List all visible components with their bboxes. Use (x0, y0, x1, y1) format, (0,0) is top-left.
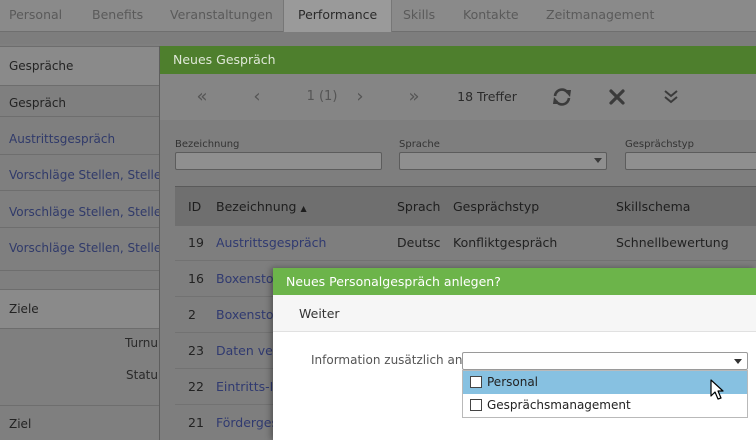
divider (0, 154, 160, 155)
tab-performance[interactable]: Performance (283, 0, 393, 32)
tab-kontakte[interactable]: Kontakte (463, 0, 519, 32)
gespraech-column-header: Gespräch (9, 96, 67, 110)
list-item[interactable]: Austrittsgespräch (9, 132, 115, 146)
first-page-button[interactable]: « (192, 74, 212, 120)
cell-sprache: Deutsch (397, 235, 441, 250)
cell-bezeichnung-link[interactable]: Austrittsgespräch (216, 225, 326, 261)
column-bezeichnung-label: Bezeichnung (216, 199, 297, 214)
section-gespraeche-title: Gespräche (9, 59, 74, 73)
tab-skills[interactable]: Skills (403, 0, 435, 32)
cell-skillschema: Schnellbewertung (616, 235, 729, 250)
sort-asc-icon: ▲ (300, 204, 307, 213)
bezeichnung-filter-input[interactable] (175, 152, 382, 170)
chevron-double-down-icon[interactable] (660, 87, 682, 107)
column-bezeichnung[interactable]: Bezeichnung ▲ (216, 187, 307, 227)
turnus-label: Turnu (124, 336, 158, 350)
cell-bezeichnung-link[interactable]: Boxenstop (216, 297, 281, 333)
table-row[interactable]: 19 Austrittsgespräch Deutsch Konfliktges… (175, 225, 756, 261)
chevron-down-icon (594, 158, 602, 163)
divider (0, 227, 160, 228)
page-indicator: 1 (1) (306, 89, 338, 104)
main-tabbar: Personal Benefits Veranstaltungen Perfor… (0, 0, 756, 32)
tab-personal[interactable]: Personal (9, 0, 62, 32)
section-gespraeche-header[interactable]: Gespräche (0, 46, 160, 86)
checkbox[interactable] (470, 399, 482, 411)
info-zusaetzlich-dropdown: Personal Gesprächsmanagement (462, 370, 748, 418)
sprache-filter-label: Sprache (399, 139, 440, 150)
info-zusaetzlich-label: Information zusätzlich an (311, 353, 463, 367)
cell-bezeichnung-link[interactable]: Eintritts-In (216, 369, 281, 405)
list-item[interactable]: Vorschläge Stellen, Stellenän (9, 241, 184, 255)
dialog-actionbar: Weiter (273, 295, 756, 332)
option-personal[interactable]: Personal (463, 371, 747, 394)
tab-benefits[interactable]: Benefits (92, 0, 143, 32)
gespraechstyp-filter-label: Gesprächstyp (625, 139, 694, 150)
option-label: Personal (487, 375, 539, 389)
cell-gespraechstyp: Konfliktgespräch (453, 235, 558, 250)
column-gespraechstyp[interactable]: Gesprächstyp (453, 187, 539, 227)
bezeichnung-filter-label: Bezeichnung (175, 139, 240, 150)
divider (0, 190, 160, 191)
cell-id: 22 (188, 379, 204, 394)
column-id[interactable]: ID (188, 187, 201, 227)
cell-id: 2 (188, 307, 196, 322)
divider (0, 405, 160, 406)
cell-id: 16 (188, 271, 204, 286)
list-item[interactable]: Vorschläge Stellen, Stellenän (9, 168, 184, 182)
section-ziele-header[interactable]: Ziele (0, 289, 160, 329)
column-sprache[interactable]: Sprache (397, 187, 441, 227)
prev-page-button[interactable]: ‹ (247, 74, 267, 120)
sprache-filter-select[interactable] (399, 152, 607, 170)
pager-toolbar: « ‹ 1 (1) › » 18 Treffer (160, 74, 756, 120)
close-icon[interactable] (606, 87, 628, 107)
info-zusaetzlich-select[interactable] (462, 352, 748, 370)
gespraechstyp-filter-select[interactable] (625, 152, 756, 170)
cell-bezeichnung-link[interactable]: Boxenstop (216, 261, 281, 297)
neues-personalgespraech-dialog: Neues Personalgespräch anlegen? Weiter I… (273, 268, 756, 440)
dialog-title: Neues Personalgespräch anlegen? (273, 268, 756, 295)
status-label: Statu (126, 368, 158, 382)
dialog-title: Neues Gespräch (160, 46, 756, 74)
cell-id: 23 (188, 343, 204, 358)
divider (0, 116, 160, 117)
divider (0, 270, 160, 271)
left-panel: Gespräche Gespräch Austrittsgespräch Vor… (0, 44, 184, 440)
option-label: Gesprächsmanagement (487, 398, 631, 412)
last-page-button[interactable]: » (404, 74, 424, 120)
refresh-icon[interactable] (551, 87, 573, 107)
list-item[interactable]: Vorschläge Stellen, Stellenän (9, 205, 184, 219)
weiter-button[interactable]: Weiter (299, 295, 340, 332)
tab-zeitmanagement[interactable]: Zeitmanagement (546, 0, 654, 32)
tab-veranstaltungen[interactable]: Veranstaltungen (170, 0, 273, 32)
cell-id: 21 (188, 415, 204, 430)
option-gespraechsmanagement[interactable]: Gesprächsmanagement (463, 394, 747, 417)
section-ziele-title: Ziele (9, 302, 39, 316)
ziel-column-header: Ziel (9, 417, 32, 431)
next-page-button[interactable]: › (350, 74, 370, 120)
checkbox[interactable] (470, 376, 482, 388)
cell-id: 19 (188, 235, 204, 250)
hits-count: 18 Treffer (457, 89, 517, 104)
chevron-down-icon (734, 359, 742, 364)
column-skillschema[interactable]: Skillschema (616, 187, 690, 227)
mouse-pointer-icon (710, 379, 724, 400)
grid-header: ID Bezeichnung ▲ Sprache Gesprächstyp Sk… (175, 186, 756, 226)
